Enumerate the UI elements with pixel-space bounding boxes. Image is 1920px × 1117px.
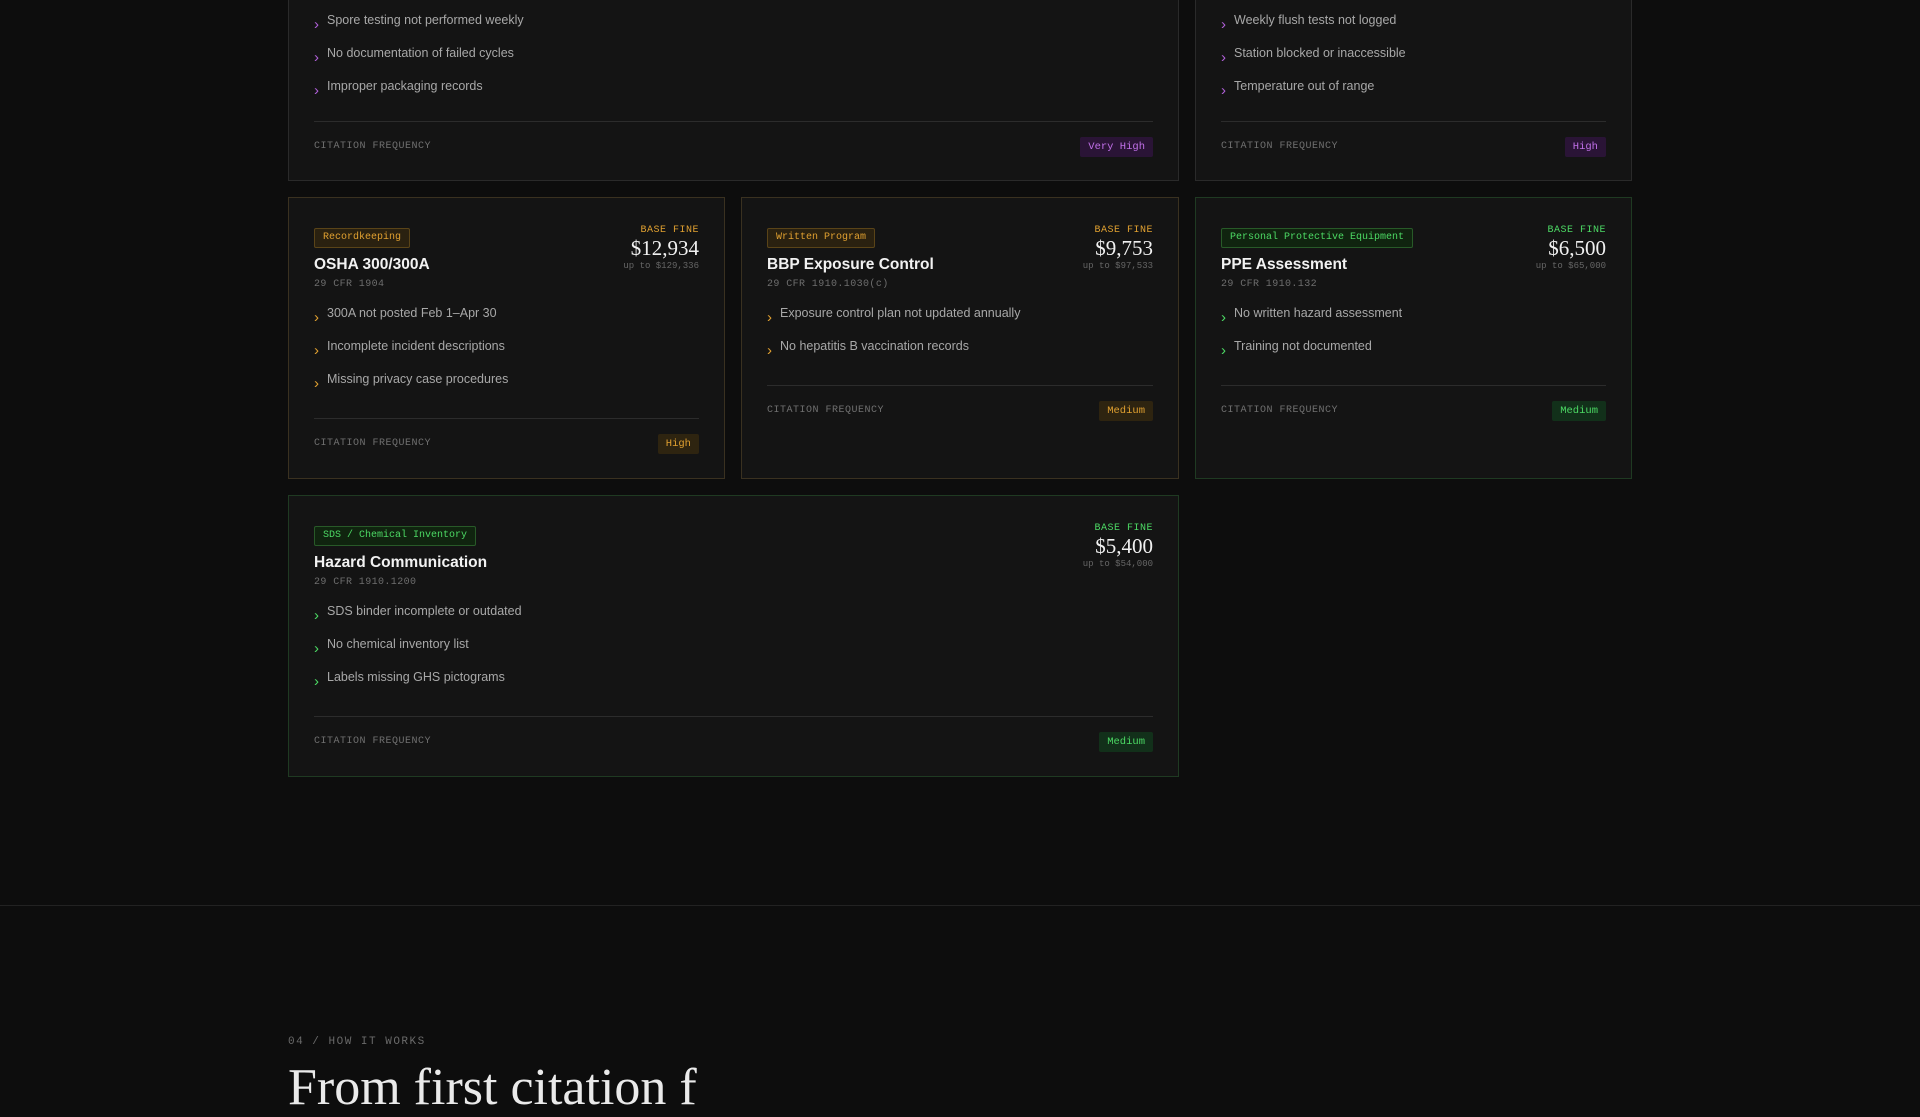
fine-amount: $6,500 (1548, 236, 1606, 260)
frequency-badge: Medium (1552, 401, 1606, 421)
chevron-right-icon: › (767, 309, 772, 326)
divider (1221, 385, 1606, 386)
list-item: › Training not documented (1221, 339, 1372, 359)
chevron-right-icon: › (767, 342, 772, 359)
category-tag: Recordkeeping (314, 228, 411, 248)
list-item: › Temperature out of range (1221, 79, 1375, 99)
fine-amount: $5,400 (1095, 534, 1153, 558)
chevron-right-icon: › (1221, 309, 1226, 326)
card-osha-300: Recordkeeping OSHA 300/300A 29 CFR 1904 … (288, 197, 725, 479)
chevron-right-icon: › (314, 342, 319, 359)
list-item: › Exposure control plan not updated annua… (767, 306, 1021, 326)
card-hazard-communication: SDS / Chemical Inventory Hazard Communic… (288, 495, 1179, 777)
frequency-label: CITATION FREQUENCY (314, 141, 432, 152)
fine-amount: $12,934 (630, 236, 699, 260)
card-ppe-assessment: Personal Protective Equipment PPE Assess… (1195, 197, 1632, 479)
chevron-right-icon: › (1221, 342, 1226, 359)
list-item: › Incomplete incident descriptions (314, 339, 505, 359)
card-eyewash: › Weekly flush tests not logged › Station … (1195, 0, 1632, 181)
frequency-label: CITATION FREQUENCY (1221, 405, 1339, 416)
card-sterilization: › Spore testing not performed weekly › No … (288, 0, 1179, 181)
chevron-right-icon: › (314, 375, 319, 392)
violation-list: › Weekly flush tests not logged › Station … (1221, 13, 1606, 112)
fine-label: BASE FINE (1094, 225, 1153, 236)
divider (1221, 121, 1606, 122)
regulation-reference: 29 CFR 1910.132 (1221, 279, 1318, 290)
list-item: › No documentation of failed cycles (314, 46, 514, 66)
divider (314, 121, 1153, 122)
category-tag: Personal Protective Equipment (1221, 228, 1414, 248)
list-item: › No hepatitis B vaccination records (767, 339, 969, 359)
frequency-label: CITATION FREQUENCY (767, 405, 885, 416)
list-item: › No written hazard assessment (1221, 306, 1403, 326)
frequency-label: CITATION FREQUENCY (314, 736, 432, 747)
fine-amount: $9,753 (1095, 236, 1153, 260)
fine-label: BASE FINE (1547, 225, 1606, 236)
fine-label: BASE FINE (640, 225, 699, 236)
chevron-right-icon: › (314, 82, 319, 99)
divider (314, 418, 699, 419)
section-heading: From first citation f (288, 1059, 697, 1116)
violation-list: › Exposure control plan not updated annua… (767, 306, 1153, 372)
chevron-right-icon: › (314, 673, 319, 690)
fine-maximum: up to $129,336 (623, 261, 699, 271)
chevron-right-icon: › (1221, 49, 1226, 66)
section-eyebrow: 04 / HOW IT WORKS (288, 1036, 426, 1048)
chevron-right-icon: › (314, 16, 319, 33)
list-item: › Labels missing GHS pictograms (314, 670, 505, 690)
section-divider (0, 905, 1920, 906)
chevron-right-icon: › (1221, 82, 1226, 99)
list-item: › Missing privacy case procedures (314, 372, 509, 392)
card-title: OSHA 300/300A (314, 256, 430, 273)
frequency-badge: High (1564, 137, 1606, 157)
frequency-label: CITATION FREQUENCY (1221, 141, 1339, 152)
regulation-reference: 29 CFR 1910.1200 (314, 577, 417, 588)
list-item: › Improper packaging records (314, 79, 483, 99)
fine-label: BASE FINE (1094, 523, 1153, 534)
list-item: › Weekly flush tests not logged (1221, 13, 1397, 33)
list-item: › 300A not posted Feb 1–Apr 30 (314, 306, 497, 326)
category-tag: SDS / Chemical Inventory (314, 526, 477, 546)
list-item: › No chemical inventory list (314, 637, 469, 657)
card-title: BBP Exposure Control (767, 256, 934, 273)
card-bbp-exposure-control: Written Program BBP Exposure Control 29 … (741, 197, 1179, 479)
card-title: Hazard Communication (314, 554, 488, 571)
frequency-badge: High (657, 434, 699, 454)
list-item: › Spore testing not performed weekly (314, 13, 524, 33)
frequency-badge: Medium (1099, 732, 1153, 752)
chevron-right-icon: › (314, 309, 319, 326)
frequency-badge: Very High (1080, 137, 1153, 157)
category-tag: Written Program (767, 228, 876, 248)
fine-maximum: up to $97,533 (1082, 261, 1153, 271)
list-item: › Station blocked or inaccessible (1221, 46, 1406, 66)
violation-list: › Spore testing not performed weekly › No … (314, 13, 1153, 112)
chevron-right-icon: › (314, 640, 319, 657)
fine-maximum: up to $65,000 (1535, 261, 1606, 271)
violation-list: › 300A not posted Feb 1–Apr 30 › Incomplet… (314, 306, 699, 405)
regulation-reference: 29 CFR 1910.1030(c) (767, 279, 889, 290)
regulation-reference: 29 CFR 1904 (314, 279, 385, 290)
card-title: PPE Assessment (1221, 256, 1348, 273)
divider (767, 385, 1153, 386)
violation-list: › SDS binder incomplete or outdated › No c… (314, 604, 1153, 703)
violation-list: › No written hazard assessment › Training … (1221, 306, 1606, 372)
divider (314, 716, 1153, 717)
chevron-right-icon: › (314, 607, 319, 624)
chevron-right-icon: › (314, 49, 319, 66)
frequency-badge: Medium (1099, 401, 1153, 421)
frequency-label: CITATION FREQUENCY (314, 438, 432, 449)
fine-maximum: up to $54,000 (1082, 559, 1153, 569)
list-item: › SDS binder incomplete or outdated (314, 604, 522, 624)
chevron-right-icon: › (1221, 16, 1226, 33)
